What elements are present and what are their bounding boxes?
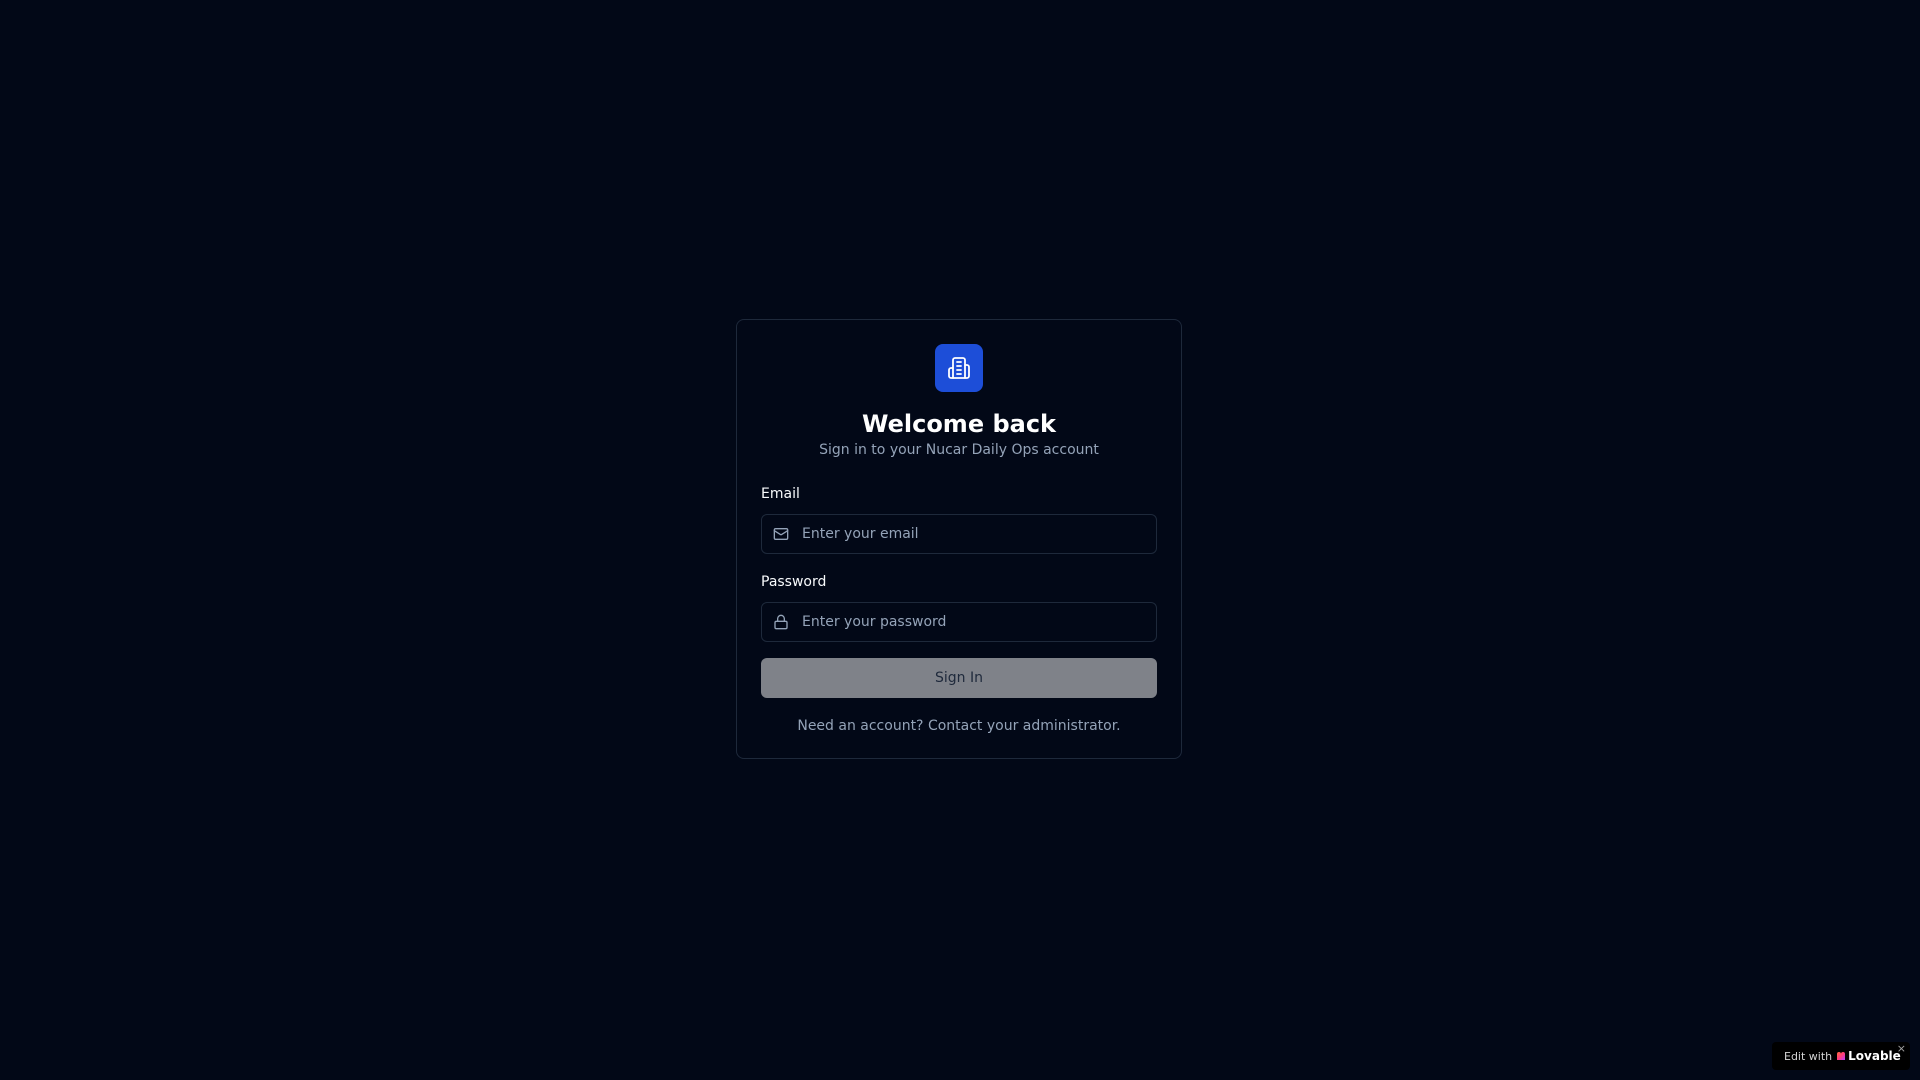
- mail-icon: [773, 526, 789, 542]
- edit-with-lovable-badge[interactable]: Edit with Lovable ×: [1772, 1042, 1910, 1070]
- email-group: Email: [761, 484, 1157, 554]
- email-field[interactable]: [789, 514, 1156, 554]
- badge-brand-label: Lovable: [1848, 1049, 1901, 1063]
- login-form: Email Password: [761, 484, 1157, 736]
- lovable-heart-icon: [1837, 1052, 1846, 1060]
- lovable-brand: Lovable: [1836, 1049, 1901, 1063]
- page-subtitle: Sign in to your Nucar Daily Ops account: [819, 442, 1099, 458]
- page-title: Welcome back: [861, 410, 1057, 438]
- email-field-wrapper: [761, 514, 1157, 554]
- building-icon: [935, 344, 983, 392]
- lock-icon: [773, 614, 789, 630]
- login-page: Welcome back Sign in to your Nucar Daily…: [0, 0, 1920, 1080]
- password-label: Password: [761, 574, 827, 590]
- footer-text: Need an account? Contact your administra…: [797, 718, 1121, 734]
- sign-in-button[interactable]: Sign In: [761, 658, 1157, 698]
- logo-wrap: [761, 344, 1157, 392]
- password-group: Password: [761, 572, 1157, 642]
- login-card: Welcome back Sign in to your Nucar Daily…: [736, 319, 1182, 759]
- password-field-wrapper: [761, 602, 1157, 642]
- email-label: Email: [761, 486, 800, 502]
- password-field[interactable]: [789, 602, 1156, 642]
- badge-prefix: Edit with: [1784, 1049, 1833, 1063]
- close-icon[interactable]: ×: [1897, 1042, 1906, 1055]
